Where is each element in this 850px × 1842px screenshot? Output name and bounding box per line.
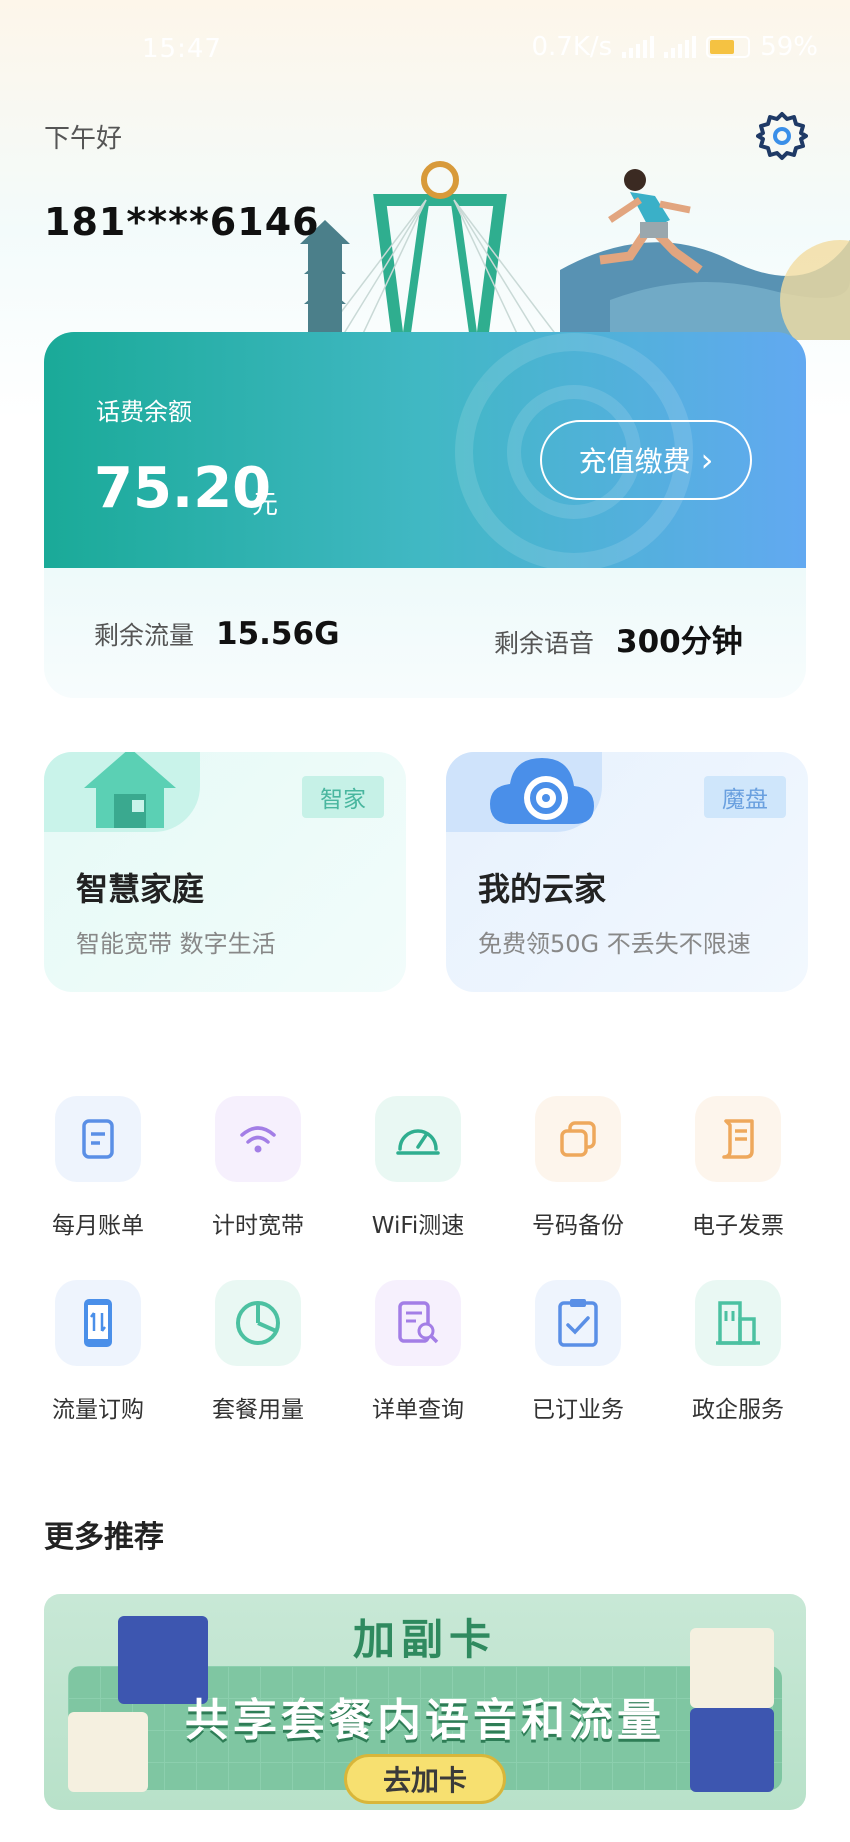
- remaining-voice[interactable]: 剩余语音 300分钟: [494, 616, 743, 661]
- cloud-home-subtitle: 免费领50G 不丢失不限速: [478, 930, 751, 958]
- remaining-voice-value: 300分钟: [616, 624, 743, 660]
- recharge-button[interactable]: 充值缴费 ›: [540, 420, 752, 500]
- service-e-invoice[interactable]: 电子发票: [658, 1096, 818, 1240]
- wifi-icon: [215, 1096, 301, 1182]
- service-label: 流量订购: [52, 1397, 144, 1423]
- settings-gear-icon[interactable]: [756, 110, 808, 162]
- clipboard-check-icon: [535, 1280, 621, 1366]
- signal-icon-2: [664, 36, 697, 58]
- phone-data-icon: [55, 1280, 141, 1366]
- service-label: 套餐用量: [212, 1397, 304, 1423]
- signal-icon: [622, 36, 655, 58]
- service-wifi-speed-test[interactable]: WiFi测速: [338, 1096, 498, 1240]
- copy-icon: [535, 1096, 621, 1182]
- remaining-data-value: 15.56G: [216, 616, 340, 652]
- balance-card[interactable]: 话费余额 75.20 元 充值缴费 ›: [44, 332, 806, 568]
- balance-label: 话费余额: [96, 398, 192, 426]
- service-label: 每月账单: [52, 1213, 144, 1239]
- battery-icon: [706, 36, 751, 58]
- battery-percent: 59%: [760, 32, 818, 62]
- network-speed: 0.7K/s: [531, 32, 613, 62]
- pie-chart-icon: [215, 1280, 301, 1366]
- service-label: WiFi测速: [371, 1213, 465, 1239]
- service-plan-usage[interactable]: 套餐用量: [178, 1280, 338, 1424]
- banner-subtitle: 共享套餐内语音和流量: [185, 1695, 665, 1746]
- cloud-disk-icon: [490, 758, 594, 824]
- city-illustration: [300, 161, 850, 340]
- service-number-backup[interactable]: 号码备份: [498, 1096, 658, 1240]
- status-time: 15:47: [142, 34, 222, 64]
- service-label: 电子发票: [692, 1213, 784, 1239]
- speedometer-icon: [375, 1096, 461, 1182]
- service-label: 计时宽带: [212, 1213, 304, 1239]
- usage-summary: 剩余流量 15.56G 剩余语音 300分钟: [44, 568, 806, 698]
- service-detail-query[interactable]: 详单查询: [338, 1280, 498, 1424]
- cloud-home-card[interactable]: 魔盘 我的云家 免费领50G 不丢失不限速: [446, 752, 808, 992]
- balance-amount: 75.20: [94, 456, 272, 521]
- service-subscribed[interactable]: 已订业务: [498, 1280, 658, 1424]
- invoice-icon: [695, 1096, 781, 1182]
- building-icon: [695, 1280, 781, 1366]
- service-label: 号码备份: [532, 1213, 624, 1239]
- service-timed-broadband[interactable]: 计时宽带: [178, 1096, 338, 1240]
- smart-home-tag: 智家: [302, 776, 384, 818]
- remaining-data-label: 剩余流量: [94, 621, 195, 650]
- cloud-disk-tag: 魔盘: [704, 776, 786, 818]
- smart-home-title: 智慧家庭: [76, 870, 205, 908]
- recharge-label: 充值缴费: [578, 445, 691, 478]
- more-recommendations-title: 更多推荐: [44, 1520, 164, 1555]
- bill-icon: [55, 1096, 141, 1182]
- status-bar: 15:47 0.7K/s 59%: [0, 0, 850, 96]
- house-icon: [84, 752, 176, 828]
- service-label: 政企服务: [692, 1397, 784, 1423]
- smart-home-card[interactable]: 智家 智慧家庭 智能宽带 数字生活: [44, 752, 406, 992]
- banner-title: 加副卡: [352, 1615, 497, 1664]
- remaining-voice-label: 剩余语音: [494, 629, 595, 658]
- greeting-text: 下午好: [44, 124, 123, 154]
- document-search-icon: [375, 1280, 461, 1366]
- service-label: 已订业务: [532, 1397, 624, 1423]
- remaining-data[interactable]: 剩余流量 15.56G: [94, 616, 340, 652]
- service-enterprise[interactable]: 政企服务: [658, 1280, 818, 1424]
- balance-unit: 元: [252, 490, 279, 520]
- phone-number: 181****6146: [44, 200, 320, 244]
- chevron-right-icon: ›: [700, 441, 714, 479]
- add-card-button[interactable]: 去加卡: [344, 1754, 506, 1804]
- add-secondary-card-banner[interactable]: 加副卡 共享套餐内语音和流量 去加卡: [44, 1594, 806, 1810]
- cloud-home-title: 我的云家: [478, 870, 607, 908]
- service-monthly-bill[interactable]: 每月账单: [18, 1096, 178, 1240]
- service-label: 详单查询: [372, 1397, 464, 1423]
- service-data-purchase[interactable]: 流量订购: [18, 1280, 178, 1424]
- smart-home-subtitle: 智能宽带 数字生活: [76, 930, 276, 958]
